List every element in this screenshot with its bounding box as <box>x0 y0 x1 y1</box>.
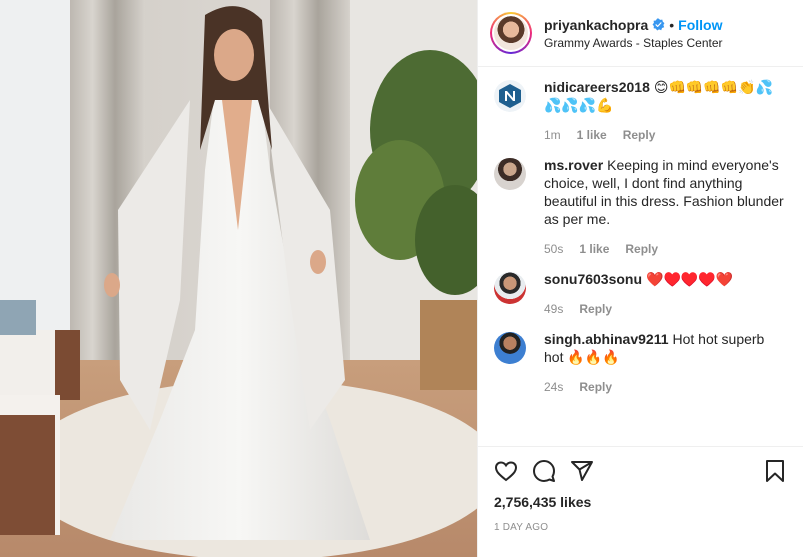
commenter-avatar[interactable] <box>494 272 526 304</box>
comment-age[interactable]: 24s <box>544 380 563 394</box>
comment-age[interactable]: 50s <box>544 242 563 256</box>
comment-item: singh.abhinav9211 Hot hot superb hot 🔥🔥🔥 … <box>494 330 787 394</box>
post-location[interactable]: Grammy Awards - Staples Center <box>544 36 723 50</box>
likes-count[interactable]: 2,756,435 likes <box>494 494 787 510</box>
comments-list[interactable]: nidicareers2018 😊👊👊👊👊👏💦💦💦💦💪 1m 1 like Rep… <box>478 68 803 446</box>
comment-likes[interactable]: 1 like <box>579 242 609 256</box>
like-heart-icon[interactable] <box>494 459 518 483</box>
comment-username[interactable]: sonu7603sonu <box>544 271 642 287</box>
post-photo[interactable] <box>0 0 477 557</box>
reply-button[interactable]: Reply <box>623 128 656 142</box>
comment-text: ❤️♥️♥️♥️❤️ <box>646 271 734 287</box>
post-actions: 2,756,435 likes 1 DAY AGO <box>478 446 803 557</box>
post-header: priyankachopra • Follow Grammy Awards - … <box>478 0 803 67</box>
verified-badge-icon <box>652 18 665 31</box>
author-username[interactable]: priyankachopra <box>544 17 648 33</box>
share-paper-plane-icon[interactable] <box>570 459 594 483</box>
comment-likes[interactable]: 1 like <box>577 128 607 142</box>
comment-item: sonu7603sonu ❤️♥️♥️♥️❤️ 49s Reply <box>494 270 787 316</box>
commenter-avatar[interactable] <box>494 80 526 112</box>
comment-item: nidicareers2018 😊👊👊👊👊👏💦💦💦💦💪 1m 1 like Rep… <box>494 78 787 142</box>
post-timestamp[interactable]: 1 DAY AGO <box>494 522 787 533</box>
comment-username[interactable]: ms.rover <box>544 157 603 173</box>
follow-button[interactable]: Follow <box>678 17 722 33</box>
comment-username[interactable]: nidicareers2018 <box>544 79 650 95</box>
comment-item: ms.rover Keeping in mind everyone's choic… <box>494 156 787 256</box>
comment-age[interactable]: 49s <box>544 302 563 316</box>
comment-bubble-icon[interactable] <box>532 459 556 483</box>
save-bookmark-icon[interactable] <box>763 459 787 483</box>
reply-button[interactable]: Reply <box>579 302 612 316</box>
n-logo-icon <box>494 80 526 112</box>
comment-username[interactable]: singh.abhinav9211 <box>544 331 669 347</box>
reply-button[interactable]: Reply <box>625 242 658 256</box>
post-image <box>0 0 477 557</box>
post-side-panel: priyankachopra • Follow Grammy Awards - … <box>477 0 803 557</box>
separator-dot: • <box>669 16 675 33</box>
commenter-avatar[interactable] <box>494 332 526 364</box>
comment-age[interactable]: 1m <box>544 128 561 142</box>
author-avatar[interactable] <box>490 12 532 54</box>
reply-button[interactable]: Reply <box>579 380 612 394</box>
commenter-avatar[interactable] <box>494 158 526 190</box>
